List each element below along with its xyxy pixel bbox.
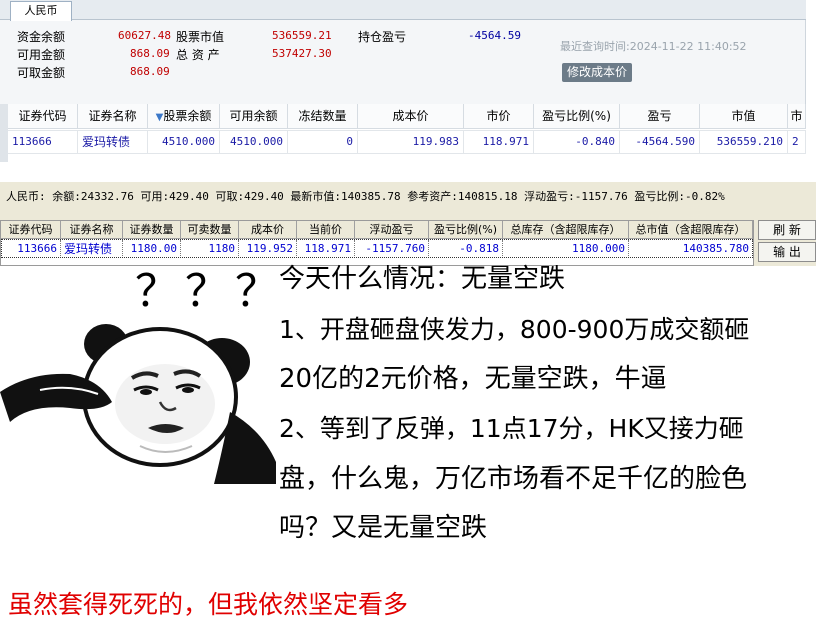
cell-code: 113666 [8, 130, 78, 154]
withdrawable-label: 可取金额 [17, 66, 66, 80]
total-assets-value: 537427.30 [272, 47, 332, 60]
cell-stock-balance: 4510.000 [148, 130, 220, 154]
last-query-time: 最近查询时间:2024-11-22 11:40:52 [560, 40, 747, 53]
bullish-statement: 虽然套得死死的，但我依然坚定看多 [8, 590, 409, 619]
fund-balance-label: 资金余额 [17, 30, 66, 44]
currency-tab-strip [0, 0, 806, 20]
col-cost[interactable]: 成本价 [239, 221, 297, 239]
col-frozen[interactable]: 冻结数量 [288, 104, 358, 129]
panda-meme: ？ ？ ？ [0, 262, 279, 484]
total-assets-label: 总 资 产 [176, 48, 220, 62]
tab-rmb[interactable]: 人民币 [10, 1, 72, 21]
post-line-3: 20亿的2元价格，无量空跌，牛逼 [279, 364, 667, 394]
post-line-4: 2、等到了反弹，11点17分，HK又接力砸 [279, 414, 744, 443]
position-pnl-value: -4564.59 [468, 29, 521, 42]
cell-pnl: -4564.590 [620, 130, 700, 154]
position-pnl-label: 持仓盈亏 [358, 30, 407, 44]
col-code[interactable]: 证券代码 [1, 221, 61, 239]
col-total-value[interactable]: 总市值（含超限库存） [629, 221, 753, 239]
post-line-2: 1、开盘砸盘侠发力，800-900万成交额砸 [279, 315, 750, 344]
col-market-value[interactable]: 市值 [700, 104, 788, 129]
stock-value-label: 股票市值 [176, 30, 225, 44]
cell-frozen: 0 [288, 130, 358, 154]
table-row[interactable] [1, 239, 753, 258]
col-quantity[interactable]: 证券数量 [123, 221, 181, 239]
col-pnl[interactable]: 盈亏 [620, 104, 700, 129]
cell-name: 爱玛转债 [78, 130, 148, 154]
col-cost[interactable]: 成本价 [358, 104, 464, 129]
cell-price: 118.971 [464, 130, 534, 154]
col-price[interactable]: 市价 [464, 104, 534, 129]
panda-face-illustration [0, 324, 276, 484]
summary-bar: 人民币: 余额:24332.76 可用:429.40 可取:429.40 最新市… [0, 182, 816, 212]
modify-cost-button[interactable]: 修改成本价 [562, 63, 632, 82]
stock-value-value: 536559.21 [272, 29, 332, 42]
available-value: 868.09 [130, 47, 170, 60]
col-total-stock[interactable]: 总库存（含超限库存） [503, 221, 629, 239]
col-float-pnl[interactable]: 浮动盈亏 [355, 221, 429, 239]
fund-balance-value: 60627.48 [118, 29, 171, 42]
col-pnl-ratio[interactable]: 盈亏比例(%) [534, 104, 620, 129]
col-code[interactable]: 证券代码 [8, 104, 78, 129]
col-more[interactable]: 市 [788, 104, 806, 129]
col-pnl-ratio[interactable]: 盈亏比例(%) [429, 221, 503, 239]
col-name[interactable]: 证券名称 [61, 221, 123, 239]
cell-pnl-ratio: -0.840 [534, 130, 620, 154]
cell-cost: 119.983 [358, 130, 464, 154]
available-label: 可用金额 [17, 48, 66, 62]
cell-more: 2 [788, 130, 806, 154]
post-line-6: 吗？又是无量空跌 [279, 513, 488, 543]
withdrawable-value: 868.09 [130, 65, 170, 78]
export-button[interactable]: 输 出 [758, 242, 816, 262]
col-stock-balance-label: 股票余额 [163, 109, 212, 123]
post-line-5: 盘，什么鬼，万亿市场看不足千亿的脸色 [279, 464, 748, 494]
left-scroll-gutter [0, 104, 8, 162]
col-name[interactable]: 证券名称 [78, 104, 148, 129]
col-available-balance[interactable]: 可用余额 [220, 104, 288, 129]
col-sellable[interactable]: 可卖数量 [181, 221, 239, 239]
positions-table-1: 证券代码 证券名称 ▼股票余额 可用余额 冻结数量 成本价 市价 盈亏比例(%)… [8, 104, 806, 162]
col-current-price[interactable]: 当前价 [297, 221, 355, 239]
post-line-1: 今天什么情况：无量空跌 [279, 264, 566, 294]
col-stock-balance[interactable]: ▼股票余额 [148, 104, 220, 129]
cell-available-balance: 4510.000 [220, 130, 288, 154]
refresh-button[interactable]: 刷 新 [758, 220, 816, 240]
cell-market-value: 536559.210 [700, 130, 788, 154]
